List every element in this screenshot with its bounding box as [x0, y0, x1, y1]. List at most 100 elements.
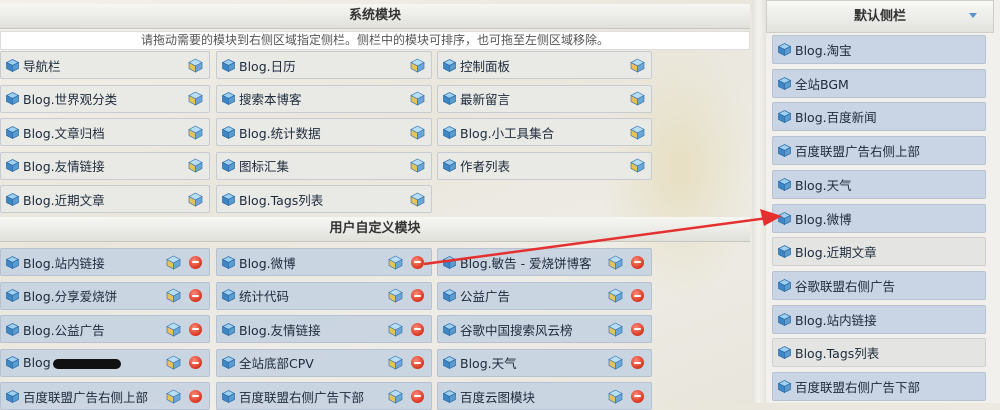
module-item[interactable]: Blog.公益广告 [0, 315, 210, 344]
gear-cube-icon[interactable] [165, 355, 181, 371]
module-item[interactable]: Blog.分享爱烧饼 [0, 281, 210, 310]
module-item[interactable]: Blog.友情链接 [0, 151, 210, 180]
delete-button[interactable] [630, 356, 644, 370]
gear-cube-icon[interactable] [387, 321, 403, 337]
sidebar-module-item[interactable]: Blog.站内链接 [772, 304, 986, 334]
gear-cube-icon[interactable] [629, 57, 645, 73]
module-item[interactable]: Blog.文章归档 [0, 118, 210, 147]
gear-cube-icon[interactable] [387, 388, 403, 404]
minus-circle-icon[interactable] [629, 288, 645, 304]
gear-cube-icon[interactable] [629, 124, 645, 140]
gear-cube-icon[interactable] [187, 124, 203, 140]
minus-circle-icon[interactable] [409, 254, 425, 270]
sidebar-module-item[interactable]: Blog.淘宝 [772, 35, 986, 64]
sidebar-module-item[interactable]: Blog.近期文章 [772, 237, 986, 267]
module-item[interactable]: Blog.天气 [437, 348, 652, 377]
module-item[interactable]: Blog.世界观分类 [0, 84, 210, 113]
module-item[interactable]: 百度联盟广告右侧上部 [0, 382, 210, 410]
module-item[interactable]: Blog.微博 [216, 248, 432, 276]
delete-button[interactable] [410, 356, 424, 370]
delete-button[interactable] [410, 389, 424, 403]
module-item[interactable]: 全站底部CPV [216, 348, 432, 377]
gear-cube-icon[interactable] [607, 288, 623, 304]
module-item[interactable]: Blog.Tags列表 [216, 185, 432, 214]
delete-button[interactable] [188, 356, 202, 370]
sidebar-module-item[interactable]: Blog.天气 [772, 169, 986, 199]
gear-cube-icon[interactable] [629, 91, 645, 107]
minus-circle-icon[interactable] [187, 355, 203, 371]
gear-cube-icon[interactable] [409, 158, 425, 174]
minus-circle-icon[interactable] [409, 288, 425, 304]
gear-cube-icon[interactable] [387, 254, 403, 270]
module-item[interactable]: Blog.敏告 - 爱烧饼博客 [437, 248, 652, 276]
module-item[interactable]: 搜索本博客 [216, 84, 432, 113]
gear-cube-icon[interactable] [165, 254, 181, 270]
sidebar-module-item[interactable]: Blog.百度新闻 [772, 102, 986, 132]
minus-circle-icon[interactable] [187, 388, 203, 404]
module-item[interactable]: 导航栏 [0, 51, 210, 79]
chevron-down-icon[interactable] [969, 13, 977, 18]
module-item[interactable]: 统计代码 [216, 281, 432, 310]
sidebar-module-item[interactable]: 全站BGM [772, 68, 986, 98]
delete-button[interactable] [630, 322, 644, 336]
sidebar-module-item[interactable]: Blog.Tags列表 [772, 338, 986, 368]
gear-cube-icon[interactable] [409, 91, 425, 107]
module-item[interactable]: 百度云图模块 [437, 382, 652, 410]
gear-cube-icon[interactable] [607, 254, 623, 270]
delete-button[interactable] [630, 389, 644, 403]
gear-cube-icon[interactable] [409, 191, 425, 207]
gear-cube-icon[interactable] [629, 158, 645, 174]
delete-button[interactable] [410, 255, 424, 269]
minus-circle-icon[interactable] [187, 254, 203, 270]
module-item[interactable]: Blog.友情链接 [216, 315, 432, 344]
gear-cube-icon[interactable] [607, 355, 623, 371]
sidebar-module-item[interactable]: Blog.微博 [772, 203, 986, 233]
delete-button[interactable] [188, 289, 202, 303]
minus-circle-icon[interactable] [409, 321, 425, 337]
gear-cube-icon[interactable] [165, 388, 181, 404]
module-item[interactable]: 控制面板 [437, 51, 652, 79]
gear-cube-icon[interactable] [607, 321, 623, 337]
minus-circle-icon[interactable] [409, 355, 425, 371]
gear-cube-icon[interactable] [387, 355, 403, 371]
gear-cube-icon[interactable] [187, 191, 203, 207]
module-item[interactable]: Blog [0, 348, 210, 377]
module-item[interactable]: Blog.近期文章 [0, 185, 210, 214]
minus-circle-icon[interactable] [187, 288, 203, 304]
sidebar-module-item[interactable]: 百度联盟广告右侧上部 [772, 136, 986, 166]
minus-circle-icon[interactable] [409, 388, 425, 404]
gear-cube-icon[interactable] [409, 124, 425, 140]
delete-button[interactable] [630, 255, 644, 269]
minus-circle-icon[interactable] [629, 355, 645, 371]
gear-cube-icon[interactable] [165, 321, 181, 337]
module-item[interactable]: 公益广告 [437, 281, 652, 310]
gear-cube-icon[interactable] [607, 388, 623, 404]
delete-button[interactable] [188, 389, 202, 403]
module-item[interactable]: Blog.统计数据 [216, 118, 432, 147]
delete-button[interactable] [630, 289, 644, 303]
sidebar-module-item[interactable]: 百度联盟右侧广告下部 [772, 372, 986, 401]
module-item[interactable]: 作者列表 [437, 151, 652, 180]
module-item[interactable]: Blog.日历 [216, 51, 432, 79]
module-item[interactable]: 百度联盟右侧广告下部 [216, 382, 432, 410]
gear-cube-icon[interactable] [187, 57, 203, 73]
gear-cube-icon[interactable] [187, 91, 203, 107]
module-item[interactable]: 谷歌中国搜索风云榜 [437, 315, 652, 344]
delete-button[interactable] [410, 289, 424, 303]
delete-button[interactable] [410, 322, 424, 336]
module-item[interactable]: 图标汇集 [216, 151, 432, 180]
delete-button[interactable] [188, 322, 202, 336]
delete-button[interactable] [188, 255, 202, 269]
sidebar-header[interactable]: 默认侧栏 [766, 0, 994, 33]
module-item[interactable]: Blog.站内链接 [0, 248, 210, 276]
gear-cube-icon[interactable] [165, 288, 181, 304]
module-item[interactable]: 最新留言 [437, 84, 652, 113]
module-item[interactable]: Blog.小工具集合 [437, 118, 652, 147]
minus-circle-icon[interactable] [629, 254, 645, 270]
minus-circle-icon[interactable] [629, 321, 645, 337]
gear-cube-icon[interactable] [187, 158, 203, 174]
minus-circle-icon[interactable] [187, 321, 203, 337]
gear-cube-icon[interactable] [387, 288, 403, 304]
gear-cube-icon[interactable] [409, 57, 425, 73]
minus-circle-icon[interactable] [629, 388, 645, 404]
